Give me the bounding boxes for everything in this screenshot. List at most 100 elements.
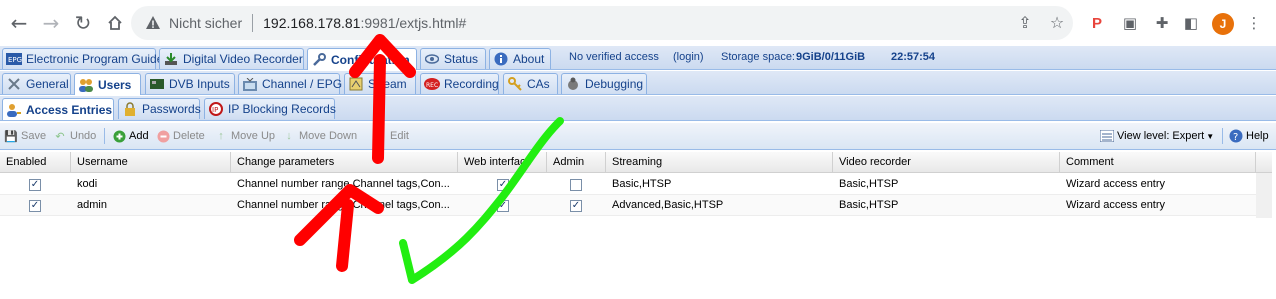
col-username[interactable]: Username [71, 152, 231, 173]
users-tab-bar: Access Entries Passwords IP IP Blocking … [0, 96, 1276, 121]
login-link[interactable]: (login) [673, 51, 704, 63]
delete-icon [156, 129, 170, 143]
menu-icon[interactable]: ⋮ [1243, 12, 1265, 34]
grid-toolbar: 💾 Save ↶ Undo Add Delete ↑ Move Up ↓ Move Do… [0, 123, 1276, 150]
col-streaming[interactable]: Streaming [606, 152, 833, 173]
help-icon: ? [1229, 129, 1243, 143]
svg-text:EPG: EPG [8, 56, 22, 64]
config-tab-bar: General Users DVB Inputs Channel / EPG S… [0, 71, 1276, 95]
clock: 22:57:54 [891, 51, 936, 63]
enabled-checkbox[interactable]: ✓ [29, 200, 41, 212]
edit-button[interactable]: ✎ Edit [373, 129, 409, 143]
enabled-checkbox[interactable]: ✓ [29, 179, 41, 191]
col-enabled[interactable]: Enabled [0, 152, 71, 173]
share-icon[interactable]: ⇪ [1009, 13, 1041, 33]
tab-cas[interactable]: CAs [503, 73, 558, 94]
comment-cell: Wizard access entry [1066, 178, 1166, 190]
col-change-parameters[interactable]: Change parameters [231, 152, 458, 173]
tab-general[interactable]: General [2, 73, 71, 94]
col-admin[interactable]: Admin [547, 152, 606, 173]
table-row[interactable]: ✓ kodi Channel number range,Channel tags… [0, 174, 1256, 195]
tab-about[interactable]: About [489, 48, 551, 69]
tools-icon [6, 76, 22, 92]
move-down-button[interactable]: ↓ Move Down [282, 129, 357, 143]
forward-icon[interactable]: → [37, 9, 65, 37]
tab-access-entries[interactable]: Access Entries [2, 98, 114, 120]
toolbar-divider [104, 128, 105, 144]
access-status: No verified access [569, 51, 659, 63]
admin-checkbox[interactable]: ✓ [570, 200, 582, 212]
star-icon[interactable]: ☆ [1041, 13, 1073, 33]
add-icon [112, 129, 126, 143]
address-bar[interactable]: Nicht sicher 192.168.178.81:9981/extjs.h… [131, 6, 1073, 40]
wrench-icon [311, 52, 327, 68]
list-icon [1100, 129, 1114, 143]
svg-text:IP: IP [212, 106, 218, 114]
view-level-dropdown[interactable]: View level: Expert ▼ [1100, 129, 1214, 143]
main-tab-bar: EPG Electronic Program Guide Digital Vid… [0, 46, 1276, 70]
dropdown-caret-icon: ▼ [1206, 131, 1215, 141]
epg-icon: EPG [6, 51, 22, 67]
add-button[interactable]: Add [112, 129, 149, 143]
streaming-cell: Basic,HTSP [612, 178, 672, 190]
browser-toolbar: ← → ↻ Nicht sicher 192.168.178.81:9981/e… [0, 0, 1276, 46]
table-row[interactable]: ✓ admin Channel number range,Channel tag… [0, 195, 1256, 216]
col-video-recorder[interactable]: Video recorder [833, 152, 1060, 173]
download-icon [163, 51, 179, 67]
back-icon[interactable]: ← [5, 9, 33, 37]
col-web-interface[interactable]: Web interface [458, 152, 547, 173]
profile-avatar[interactable]: J [1212, 13, 1234, 35]
tab-epg[interactable]: EPG Electronic Program Guide [2, 48, 163, 69]
save-icon: 💾 [4, 130, 18, 143]
storage-label: Storage space: [721, 51, 795, 63]
users-icon [78, 77, 94, 93]
undo-button[interactable]: ↶ Undo [53, 129, 96, 143]
extension-icon[interactable]: P [1086, 12, 1108, 34]
storage-value: 9GiB/0/11GiB [796, 51, 866, 63]
tab-users[interactable]: Users [74, 73, 141, 95]
username-cell: kodi [77, 178, 98, 190]
tab-dvr[interactable]: Digital Video Recorder [159, 48, 304, 69]
tab-debugging[interactable]: Debugging [561, 73, 647, 94]
block-icon: IP [208, 101, 224, 117]
divider [252, 14, 254, 32]
rec-icon: REC [424, 76, 440, 92]
tv-icon [242, 76, 258, 92]
home-icon[interactable] [101, 9, 129, 37]
puzzle-icon[interactable]: ✚ [1151, 12, 1173, 34]
info-icon [493, 51, 509, 67]
undo-icon: ↶ [55, 130, 65, 143]
reload-icon[interactable]: ↻ [69, 9, 97, 37]
tab-configuration[interactable]: Configuration [307, 48, 417, 70]
admin-checkbox[interactable] [570, 179, 582, 191]
web-interface-checkbox[interactable]: ✓ [497, 200, 509, 212]
change-parameters-cell: Channel number range,Channel tags,Con... [237, 178, 450, 190]
url-text[interactable]: 192.168.178.81:9981/extjs.html# [263, 15, 466, 31]
edit-icon: ✎ [375, 130, 385, 143]
tab-channel-epg[interactable]: Channel / EPG [238, 73, 342, 94]
cast-icon[interactable]: ▣ [1119, 12, 1141, 34]
tab-passwords[interactable]: Passwords [118, 98, 201, 119]
tab-dvb-inputs[interactable]: DVB Inputs [145, 73, 235, 94]
web-interface-checkbox[interactable]: ✓ [497, 179, 509, 191]
lock-icon [122, 101, 138, 117]
grid-header: Enabled Username Change parameters Web i… [0, 152, 1272, 173]
grid-scrollbar[interactable] [1256, 173, 1272, 218]
tab-recording[interactable]: REC Recording [420, 73, 499, 94]
warning-icon[interactable] [145, 15, 161, 31]
tab-stream[interactable]: Stream [344, 73, 416, 94]
tab-status[interactable]: Status [420, 48, 486, 69]
sidepanel-icon[interactable]: ◧ [1180, 12, 1202, 34]
comment-cell: Wizard access entry [1066, 199, 1166, 211]
move-up-button[interactable]: ↑ Move Up [214, 129, 275, 143]
save-button[interactable]: 💾 Save [4, 129, 46, 143]
svg-text:?: ? [1233, 132, 1238, 143]
help-button[interactable]: ? Help [1229, 129, 1269, 143]
username-cell: admin [77, 199, 107, 211]
dvb-card-icon [149, 76, 165, 92]
tab-ip-blocking[interactable]: IP IP Blocking Records [204, 98, 336, 119]
delete-button[interactable]: Delete [156, 129, 205, 143]
eye-icon [424, 51, 440, 67]
bug-icon [565, 76, 581, 92]
col-comment[interactable]: Comment [1060, 152, 1256, 173]
